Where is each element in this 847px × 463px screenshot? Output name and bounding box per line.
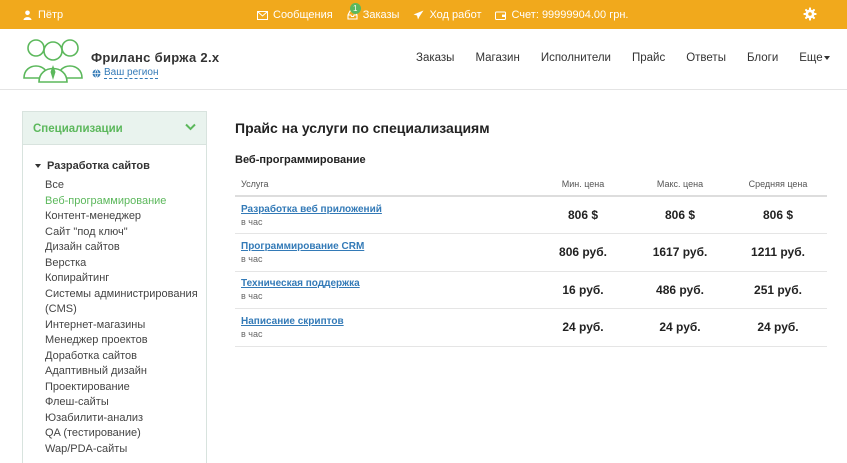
- envelope-icon: [257, 10, 268, 20]
- max-price-cell: 1617 руб.: [631, 233, 729, 272]
- wallet-icon: [495, 11, 507, 20]
- service-unit: в час: [241, 216, 263, 227]
- min-price-cell: 24 руб.: [535, 308, 631, 347]
- sidebar-item-cms[interactable]: Системы администрирования (CMS): [45, 287, 205, 318]
- main-nav: Заказы Магазин Исполнители Прайс Ответы …: [416, 52, 847, 64]
- max-price-cell: 24 руб.: [631, 308, 729, 347]
- avg-price-cell: 1211 руб.: [729, 233, 827, 272]
- sidebar-header[interactable]: Специализации: [23, 112, 206, 145]
- user-icon: [23, 10, 32, 20]
- service-cell: Написание скриптов в час: [235, 308, 535, 347]
- table-header-row: Услуга Мин. цена Макс. цена Средняя цена: [235, 172, 827, 197]
- sidebar-item-qa[interactable]: QA (тестирование): [45, 426, 205, 442]
- gear-icon[interactable]: [803, 7, 817, 21]
- sidebar-item-web-programming[interactable]: Веб-программирование: [45, 194, 205, 210]
- sidebar-item-wap-pda[interactable]: Wap/PDA-сайты: [45, 442, 205, 458]
- max-price-cell: 486 руб.: [631, 271, 729, 309]
- service-unit: в час: [241, 253, 263, 264]
- column-header-max: Макс. цена: [631, 172, 729, 197]
- specializations-sidebar: Специализации Разработка сайтов Все Веб-…: [22, 111, 207, 463]
- table-row: Техническая поддержка в час 16 руб. 486 …: [235, 271, 827, 309]
- nav-shop[interactable]: Магазин: [475, 52, 519, 64]
- sidebar-group-label: Разработка сайтов: [47, 160, 150, 172]
- table-row: Разработка веб приложений в час 806 $ 80…: [235, 196, 827, 234]
- brand-name[interactable]: Фриланс биржа 2.х: [91, 50, 219, 65]
- balance-label: Счет: 99999904.00 грн.: [511, 9, 629, 21]
- sidebar-group[interactable]: Разработка сайтов: [35, 160, 150, 172]
- orders-link[interactable]: 1 Заказы: [347, 3, 400, 21]
- balance-link[interactable]: Счет: 99999904.00 грн.: [495, 9, 629, 21]
- column-header-min: Мин. цена: [535, 172, 631, 197]
- page-title: Прайс на услуги по специализациям: [235, 120, 490, 136]
- sidebar-item-site-improvement[interactable]: Доработка сайтов: [45, 349, 205, 365]
- avg-price-cell: 806 $: [729, 196, 827, 234]
- sidebar-item-all[interactable]: Все: [45, 178, 205, 194]
- messages-label: Сообщения: [273, 9, 333, 21]
- messages-link[interactable]: Сообщения: [257, 9, 333, 21]
- progress-link[interactable]: Ход работ: [413, 9, 481, 21]
- top-actions: Сообщения 1 Заказы Ход работ Счет: 99999…: [257, 3, 643, 21]
- nav-answers[interactable]: Ответы: [686, 52, 726, 64]
- service-link[interactable]: Техническая поддержка: [241, 277, 535, 290]
- service-unit: в час: [241, 291, 263, 302]
- nav-blogs[interactable]: Блоги: [747, 52, 778, 64]
- max-price-cell: 806 $: [631, 196, 729, 234]
- service-link[interactable]: Написание скриптов: [241, 315, 535, 328]
- service-cell: Разработка веб приложений в час: [235, 196, 535, 234]
- region-selector[interactable]: Ваш регион: [92, 67, 159, 79]
- sidebar-item-web-design[interactable]: Дизайн сайтов: [45, 240, 205, 256]
- sidebar-title: Специализации: [33, 123, 123, 135]
- price-table: Услуга Мин. цена Макс. цена Средняя цена…: [235, 172, 827, 347]
- progress-label: Ход работ: [429, 9, 482, 21]
- table-row: Программирование CRM в час 806 руб. 1617…: [235, 233, 827, 272]
- sidebar-list: Все Веб-программирование Контент-менедже…: [45, 178, 205, 457]
- nav-more[interactable]: Еще: [799, 52, 830, 64]
- nav-price[interactable]: Прайс: [632, 52, 665, 64]
- top-bar: Пётр Сообщения 1 Заказы Ход работ Счет: …: [0, 0, 847, 29]
- sidebar-item-adaptive-design[interactable]: Адаптивный дизайн: [45, 364, 205, 380]
- site-header: Фриланс биржа 2.х Ваш регион Заказы Мага…: [0, 29, 847, 90]
- sidebar-item-planning[interactable]: Проектирование: [45, 380, 205, 396]
- table-row: Написание скриптов в час 24 руб. 24 руб.…: [235, 308, 827, 347]
- user-menu[interactable]: Пётр: [23, 9, 63, 21]
- sidebar-item-content-manager[interactable]: Контент-менеджер: [45, 209, 205, 225]
- caret-down-icon: [823, 55, 830, 60]
- nav-orders[interactable]: Заказы: [416, 52, 454, 64]
- caret-down-icon: [35, 164, 41, 168]
- plane-icon: [413, 10, 424, 20]
- service-cell: Программирование CRM в час: [235, 233, 535, 272]
- section-title: Веб-программирование: [235, 154, 366, 166]
- sidebar-item-copywriting[interactable]: Копирайтинг: [45, 271, 205, 287]
- column-header-service: Услуга: [235, 172, 535, 197]
- min-price-cell: 806 руб.: [535, 233, 631, 272]
- service-cell: Техническая поддержка в час: [235, 271, 535, 309]
- min-price-cell: 806 $: [535, 196, 631, 234]
- user-name: Пётр: [38, 9, 64, 21]
- service-link[interactable]: Разработка веб приложений: [241, 203, 535, 216]
- globe-icon: [92, 68, 101, 78]
- avg-price-cell: 251 руб.: [729, 271, 827, 309]
- column-header-avg: Средняя цена: [729, 172, 827, 197]
- nav-freelancers[interactable]: Исполнители: [541, 52, 611, 64]
- orders-badge: 1: [349, 3, 361, 14]
- avg-price-cell: 24 руб.: [729, 308, 827, 347]
- sidebar-item-turnkey[interactable]: Сайт "под ключ": [45, 225, 205, 241]
- logo-icon[interactable]: [22, 34, 84, 84]
- nav-more-label: Еще: [799, 52, 823, 64]
- service-link[interactable]: Программирование CRM: [241, 240, 535, 253]
- min-price-cell: 16 руб.: [535, 271, 631, 309]
- chevron-down-icon[interactable]: [185, 123, 196, 131]
- region-link[interactable]: Ваш регион: [104, 67, 159, 79]
- orders-label: Заказы: [362, 9, 400, 21]
- sidebar-item-flash-sites[interactable]: Флеш-сайты: [45, 395, 205, 411]
- sidebar-item-ecommerce[interactable]: Интернет-магазины: [45, 318, 205, 334]
- service-unit: в час: [241, 328, 263, 339]
- sidebar-item-markup[interactable]: Верстка: [45, 256, 205, 272]
- sidebar-item-project-manager[interactable]: Менеджер проектов: [45, 333, 205, 349]
- sidebar-item-usability[interactable]: Юзабилити-анализ: [45, 411, 205, 427]
